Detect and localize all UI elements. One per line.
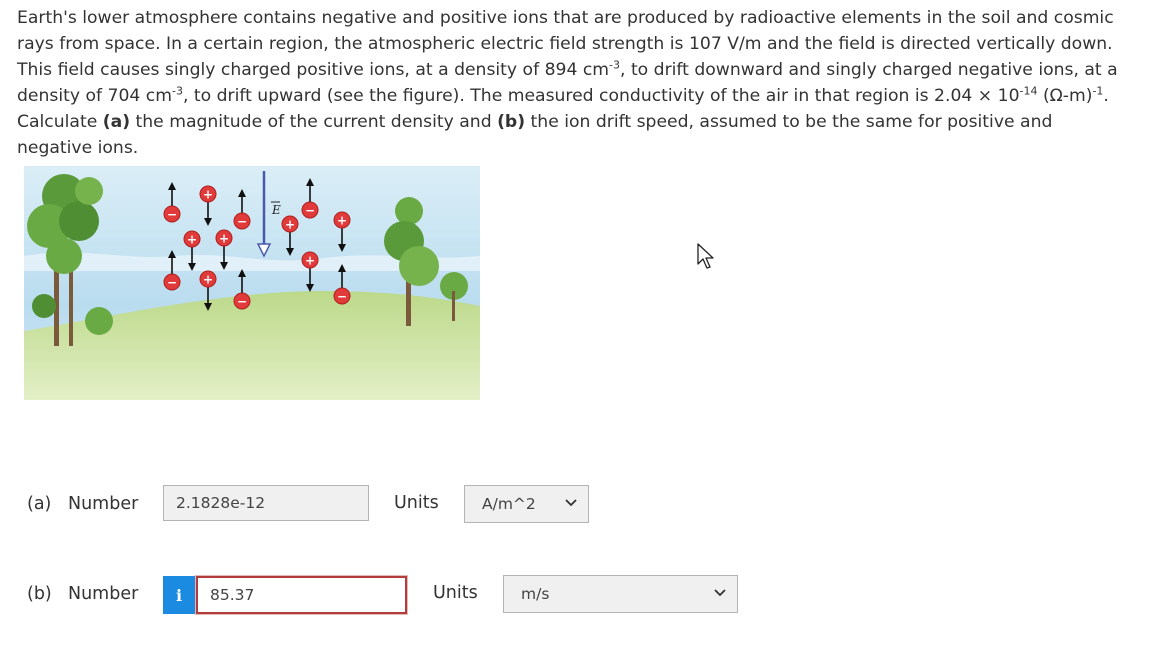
exponent: -14 bbox=[1019, 84, 1038, 98]
problem-text: the magnitude of the current density and bbox=[130, 112, 498, 132]
plus-sign: + bbox=[285, 218, 295, 232]
plus-sign: + bbox=[219, 232, 229, 246]
problem-text: , to drift upward (see the figure). The … bbox=[182, 86, 1020, 106]
minus-sign: − bbox=[305, 204, 315, 218]
part-b-number-input[interactable]: 85.37 bbox=[195, 575, 408, 615]
chevron-down-icon bbox=[714, 589, 726, 597]
part-a-number-input[interactable]: 2.1828e-12 bbox=[163, 485, 369, 521]
field-label: E bbox=[271, 203, 281, 217]
plus-sign: + bbox=[337, 214, 347, 228]
plus-sign: + bbox=[203, 188, 213, 202]
exponent: -3 bbox=[171, 84, 183, 98]
part-b-units-label: Units bbox=[433, 583, 478, 603]
part-a-units-label: Units bbox=[394, 493, 439, 513]
minus-sign: − bbox=[237, 215, 247, 229]
part-b-label: (b) bbox=[27, 584, 52, 604]
part-a-reference: (a) bbox=[102, 112, 131, 132]
part-b-reference: (b) bbox=[497, 112, 526, 132]
atmosphere-ions-figure: E − + − + + − + − + − + + − bbox=[24, 166, 480, 400]
chevron-down-icon bbox=[565, 499, 577, 507]
plus-sign: + bbox=[187, 233, 197, 247]
minus-sign: − bbox=[167, 208, 177, 222]
minus-sign: − bbox=[337, 290, 347, 304]
minus-sign: − bbox=[237, 295, 247, 309]
exponent: -3 bbox=[609, 58, 621, 72]
mouse-pointer-icon bbox=[697, 243, 714, 269]
part-a-kind-label: Number bbox=[68, 494, 139, 514]
part-a-label: (a) bbox=[27, 494, 52, 514]
part-a-units-value: A/m^2 bbox=[482, 495, 536, 513]
plus-sign: + bbox=[203, 273, 213, 287]
exponent: -1 bbox=[1092, 84, 1104, 98]
part-a-units-select[interactable]: A/m^2 bbox=[464, 485, 589, 523]
info-icon[interactable]: i bbox=[163, 576, 195, 614]
minus-sign: − bbox=[167, 276, 177, 290]
part-b-row: (b) Number bbox=[27, 574, 163, 614]
part-b-units-value: m/s bbox=[521, 585, 550, 603]
problem-text: (Ω-m) bbox=[1037, 86, 1093, 106]
figure-illustration: E −+−++− +−+−++− bbox=[24, 166, 480, 400]
problem-statement: Earth's lower atmosphere contains negati… bbox=[17, 5, 1127, 161]
part-b-units-select[interactable]: m/s bbox=[503, 575, 738, 613]
part-b-kind-label: Number bbox=[68, 584, 139, 604]
plus-sign: + bbox=[305, 254, 315, 268]
part-a-row: (a) Number bbox=[27, 484, 163, 524]
